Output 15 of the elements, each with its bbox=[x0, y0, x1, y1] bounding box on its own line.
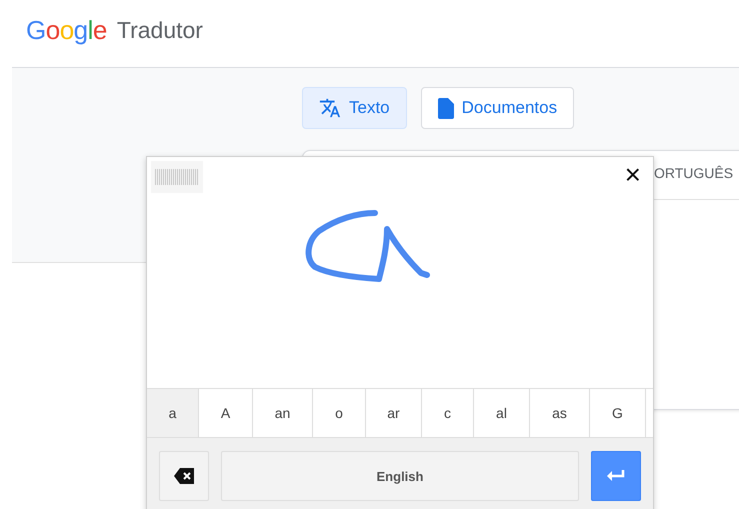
language-button[interactable]: English bbox=[221, 451, 579, 501]
enter-icon bbox=[607, 470, 625, 482]
enter-button[interactable] bbox=[591, 451, 641, 501]
language-tab[interactable]: ORTUGUÊS bbox=[654, 165, 734, 181]
product-name: Tradutor bbox=[116, 17, 203, 44]
drag-handle-icon[interactable] bbox=[151, 161, 203, 193]
document-icon bbox=[438, 98, 454, 118]
close-button[interactable]: × bbox=[622, 161, 643, 189]
backspace-button[interactable] bbox=[159, 451, 209, 501]
mode-tab[interactable]: Documentos bbox=[420, 87, 574, 129]
logo: Google bbox=[26, 15, 107, 46]
candidate-key[interactable]: a bbox=[147, 389, 199, 437]
backspace-icon bbox=[174, 468, 194, 484]
mode-tab[interactable]: Texto bbox=[302, 87, 407, 129]
translate-icon bbox=[319, 97, 341, 119]
